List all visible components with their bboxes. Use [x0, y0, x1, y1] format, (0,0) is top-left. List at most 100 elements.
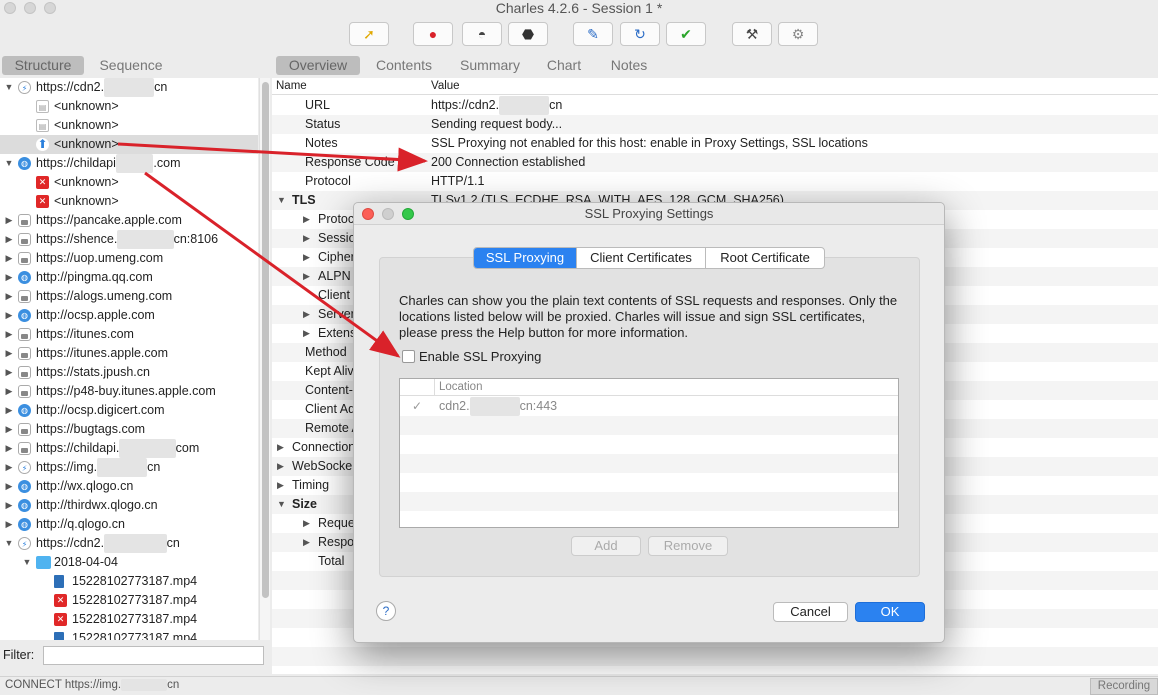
tree-row[interactable]: ▤ <unknown>	[0, 116, 258, 135]
expand-triangle-icon[interactable]: ▶	[303, 210, 310, 229]
collapse-triangle-icon[interactable]: ▼	[277, 191, 286, 210]
tree-row[interactable]: ▼ 2018-04-04	[0, 553, 258, 572]
expand-triangle-icon[interactable]: ▶	[277, 476, 284, 495]
expand-triangle-icon[interactable]: ▶	[303, 533, 310, 552]
tree-scroll-thumb[interactable]	[262, 82, 269, 598]
expand-triangle-icon[interactable]: ▶	[4, 306, 14, 325]
tab-structure[interactable]: Structure	[2, 56, 84, 75]
location-row[interactable]: ✓ cdn2.xxxxxxxxcn:443	[400, 397, 898, 416]
tree-row[interactable]: ▶ ⚡ https://img.xxxxxxxxcn	[0, 458, 258, 477]
add-location-button[interactable]: Add	[571, 536, 641, 556]
expand-triangle-icon[interactable]: ▶	[303, 248, 310, 267]
tree-row[interactable]: ▶ https://pancake.apple.com	[0, 211, 258, 230]
tree-row[interactable]: ▶ https://uop.umeng.com	[0, 249, 258, 268]
validate-button[interactable]: ✔	[666, 22, 706, 46]
tree-row[interactable]: ▶ https://itunes.apple.com	[0, 344, 258, 363]
breakpoints-button[interactable]: ⬣	[508, 22, 548, 46]
expand-triangle-icon[interactable]: ▶	[4, 211, 14, 230]
throttle-button[interactable]: ◓	[462, 22, 502, 46]
tree-row[interactable]: ▶ https://p48-buy.itunes.apple.com	[0, 382, 258, 401]
enable-ssl-proxying-label[interactable]: Enable SSL Proxying	[419, 349, 541, 364]
close-window-button[interactable]	[4, 2, 16, 14]
tree-row[interactable]: ▶ ◍ http://ocsp.digicert.com	[0, 401, 258, 420]
tab-sequence[interactable]: Sequence	[90, 56, 172, 75]
tree-row[interactable]: ✕ <unknown>	[0, 192, 258, 211]
collapse-triangle-icon[interactable]: ▼	[277, 495, 286, 514]
cancel-button[interactable]: Cancel	[773, 602, 848, 622]
tree-row[interactable]: ▶ https://stats.jpush.cn	[0, 363, 258, 382]
tree-row[interactable]: 15228102773187.mp4	[0, 572, 258, 591]
overview-row[interactable]: URL https://cdn2.xxxxxxxxcn	[272, 96, 1158, 115]
expand-triangle-icon[interactable]: ▶	[303, 267, 310, 286]
tab-chart[interactable]: Chart	[540, 56, 588, 75]
tree-row[interactable]: ▶ https://childapi.xxxxxxxxxcom	[0, 439, 258, 458]
expand-triangle-icon[interactable]: ▶	[4, 287, 14, 306]
tree-row[interactable]: ▶ https://itunes.com	[0, 325, 258, 344]
tree-row[interactable]: ▶ https://bugtags.com	[0, 420, 258, 439]
overview-row[interactable]: Response Code 200 Connection established	[272, 153, 1158, 172]
expand-triangle-icon[interactable]: ▶	[4, 401, 14, 420]
collapse-triangle-icon[interactable]: ▼	[4, 78, 14, 97]
tree-row[interactable]: ⬆ <unknown>	[0, 135, 258, 154]
zoom-window-button[interactable]	[44, 2, 56, 14]
tab-summary[interactable]: Summary	[454, 56, 526, 75]
expand-triangle-icon[interactable]: ▶	[277, 438, 284, 457]
expand-triangle-icon[interactable]: ▶	[303, 229, 310, 248]
tab-overview[interactable]: Overview	[276, 56, 360, 75]
tree-row[interactable]: ▶ https://shence.xxxxxxxxxcn:8106	[0, 230, 258, 249]
expand-triangle-icon[interactable]: ▶	[4, 249, 14, 268]
expand-triangle-icon[interactable]: ▶	[4, 458, 14, 477]
tree-scrollbar[interactable]	[259, 78, 270, 640]
clear-session-button[interactable]: ➚	[349, 22, 389, 46]
expand-triangle-icon[interactable]: ▶	[277, 457, 284, 476]
tree-row[interactable]: ▼ ◍ https://childapixxxxxx.com	[0, 154, 258, 173]
ok-button[interactable]: OK	[855, 602, 925, 622]
tab-ssl-proxying[interactable]: SSL Proxying	[474, 248, 577, 268]
dialog-minimize-button[interactable]	[382, 208, 394, 220]
dialog-zoom-button[interactable]	[402, 208, 414, 220]
tab-client-certificates[interactable]: Client Certificates	[577, 248, 706, 268]
collapse-triangle-icon[interactable]: ▼	[4, 534, 14, 553]
expand-triangle-icon[interactable]: ▶	[303, 324, 310, 343]
tree-row[interactable]: ▶ ◍ http://q.qlogo.cn	[0, 515, 258, 534]
tab-notes[interactable]: Notes	[602, 56, 656, 75]
remove-location-button[interactable]: Remove	[648, 536, 728, 556]
tab-root-certificate[interactable]: Root Certificate	[706, 248, 824, 268]
expand-triangle-icon[interactable]: ▶	[4, 477, 14, 496]
tree-row[interactable]: ✕ 15228102773187.mp4	[0, 591, 258, 610]
expand-triangle-icon[interactable]: ▶	[303, 514, 310, 533]
settings-button[interactable]: ⚙	[778, 22, 818, 46]
expand-triangle-icon[interactable]: ▶	[4, 420, 14, 439]
expand-triangle-icon[interactable]: ▶	[4, 439, 14, 458]
recording-indicator[interactable]: Recording	[1090, 678, 1158, 695]
checkbox-box[interactable]	[402, 350, 415, 363]
tree-row[interactable]: ▶ ◍ http://thirdwx.qlogo.cn	[0, 496, 258, 515]
tree-row[interactable]: ▶ ◍ http://wx.qlogo.cn	[0, 477, 258, 496]
overview-row[interactable]: Notes SSL Proxying not enabled for this h…	[272, 134, 1158, 153]
expand-triangle-icon[interactable]: ▶	[4, 325, 14, 344]
tree-row[interactable]: ▶ ◍ http://ocsp.apple.com	[0, 306, 258, 325]
location-checkbox[interactable]: ✓	[412, 397, 422, 416]
expand-triangle-icon[interactable]: ▶	[4, 496, 14, 515]
expand-triangle-icon[interactable]: ▶	[4, 268, 14, 287]
compose-button[interactable]: ✎	[573, 22, 613, 46]
tree-row[interactable]: 15228102773187.mp4	[0, 629, 258, 640]
tree-row[interactable]: ▼ ⚡ https://cdn2.xxxxxxxxxxcn	[0, 534, 258, 553]
tree-row[interactable]: ▶ ◍ http://pingma.qq.com	[0, 268, 258, 287]
expand-triangle-icon[interactable]: ▶	[4, 230, 14, 249]
overview-row[interactable]: Protocol HTTP/1.1	[272, 172, 1158, 191]
expand-triangle-icon[interactable]: ▶	[303, 305, 310, 324]
tree-row[interactable]: ✕ 15228102773187.mp4	[0, 610, 258, 629]
expand-triangle-icon[interactable]: ▶	[4, 382, 14, 401]
expand-triangle-icon[interactable]: ▶	[4, 344, 14, 363]
collapse-triangle-icon[interactable]: ▼	[22, 553, 32, 572]
collapse-triangle-icon[interactable]: ▼	[4, 154, 14, 173]
tab-contents[interactable]: Contents	[370, 56, 438, 75]
filter-input[interactable]	[43, 646, 264, 665]
tools-button[interactable]: ⚒	[732, 22, 772, 46]
expand-triangle-icon[interactable]: ▶	[4, 515, 14, 534]
help-button[interactable]: ?	[376, 601, 396, 621]
tree-row[interactable]: ▼ ⚡ https://cdn2.xxxxxxxxcn	[0, 78, 258, 97]
tree-row[interactable]: ▶ https://alogs.umeng.com	[0, 287, 258, 306]
tree-row[interactable]: ▤ <unknown>	[0, 97, 258, 116]
